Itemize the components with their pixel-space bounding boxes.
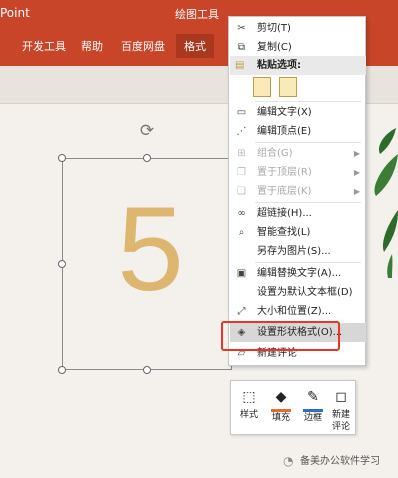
group-icon: ⊞ [237,148,246,159]
wechat-icon: ◔ [283,454,294,468]
outline-button[interactable]: ✎ 边框 [299,385,327,431]
highlight-annotation-box [221,321,340,351]
tab-baidu-netdisk[interactable]: 百度网盘 [121,38,165,54]
fill-button[interactable]: ◆ 填充 [267,385,295,431]
menu-item-save-as-picture[interactable]: 另存为图片(S)... [230,242,366,261]
scissors-icon: ✂ [237,23,246,34]
paint-bucket-icon: ◆ [275,389,287,405]
edit-points-icon: ⋰ [236,126,247,137]
menu-item-hyperlink[interactable]: ∞ 超链接(H)... [230,204,366,223]
menu-item-send-to-back[interactable]: ❏ 置于底层(K) ▶ [230,182,366,201]
resize-handle-left[interactable] [58,260,66,268]
size-position-icon: ⤢ [237,306,246,317]
paste-picture-icon[interactable] [279,77,297,97]
new-comment-button[interactable]: ◻ 新建 评论 [329,385,353,432]
menu-item-edit-alt-text[interactable]: ▣ 编辑替换文字(A)... [230,264,366,283]
bamboo-leaf-decoration [374,128,398,278]
shape-style-icon: ⬚ [242,389,256,405]
tab-help[interactable]: 帮助 [81,38,103,54]
clipboard-icon: ▤ [235,60,245,71]
slide-number-text[interactable]: 5 [103,188,198,310]
paste-options-header: ▤ 粘贴选项: [230,56,366,75]
menu-item-cut[interactable]: ✂ 剪切(T) [230,19,366,38]
tab-format[interactable]: 格式 [176,34,214,58]
menu-item-group[interactable]: ⊞ 组合(G) ▶ [230,144,366,163]
style-button[interactable]: ⬚ 样式 [235,385,263,431]
menu-item-edit-text[interactable]: ▭ 编辑文字(X) [230,103,366,122]
resize-handle-top-left[interactable] [58,154,66,162]
rotate-handle-icon[interactable]: ⟳ [138,122,156,140]
alt-text-icon: ▣ [236,268,247,279]
search-icon: ⌕ [238,227,245,238]
menu-item-size-position[interactable]: ⤢ 大小和位置(Z)... [230,302,366,321]
tab-developer[interactable]: 开发工具 [22,38,66,54]
resize-handle-bottom-left[interactable] [58,366,66,374]
menu-item-smart-lookup[interactable]: ⌕ 智能查找(L) [230,223,366,242]
context-tool-label: 绘图工具 [175,8,219,21]
submenu-arrow-icon: ▶ [353,168,360,177]
menu-item-edit-points[interactable]: ⋰ 编辑顶点(E) [230,122,366,141]
send-to-back-icon: ❏ [237,186,246,197]
comment-add-icon: ◻ [335,389,347,405]
copy-icon: ⧉ [237,42,246,53]
resize-handle-bottom[interactable] [143,366,151,374]
mini-toolbar: ⬚ 样式 ◆ 填充 ✎ 边框 ◻ 新建 评论 [230,380,356,435]
edit-text-icon: ▭ [236,107,247,118]
submenu-arrow-icon: ▶ [353,149,360,158]
menu-item-set-default-textbox[interactable]: 设置为默认文本框(D) [230,283,366,302]
pen-outline-icon: ✎ [307,389,319,405]
menu-item-bring-to-front[interactable]: ❐ 置于顶层(R) ▶ [230,163,366,182]
watermark: ◔ 备美办公软件学习 [283,454,380,468]
submenu-arrow-icon: ▶ [353,187,360,196]
bring-to-front-icon: ❐ [237,167,246,178]
resize-handle-top[interactable] [143,154,151,162]
link-icon: ∞ [237,208,246,219]
menu-item-copy[interactable]: ⧉ 复制(C) [230,38,366,57]
context-menu: ✂ 剪切(T) ⧉ 复制(C) ▤ 粘贴选项: ▭ 编辑文字(X) ⋰ 编辑顶点… [228,16,366,366]
paste-keep-formatting-icon[interactable] [253,77,271,97]
app-title: Point [0,6,30,20]
